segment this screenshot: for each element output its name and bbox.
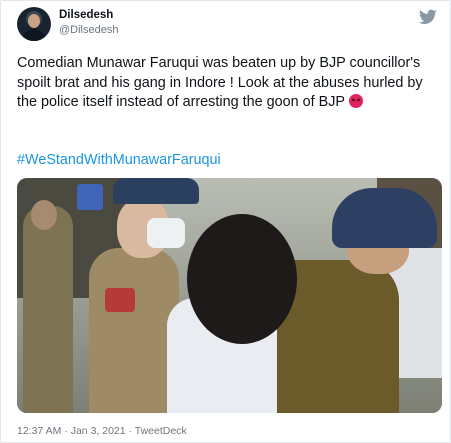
video-sign [77,184,103,210]
video-police-officer [89,248,179,413]
video-second-officer-cap [332,188,437,248]
hashtag-link[interactable]: #WeStandWithMunawarFaruqui [17,152,221,168]
avatar[interactable] [17,7,51,41]
avatar-shoulders [22,29,46,41]
video-face-mask [147,218,185,248]
video-police-cap [113,178,199,204]
tweet-video[interactable] [17,178,442,413]
meta-separator: · [61,425,71,437]
tweet-card: Dilsedesh @Dilsedesh Comedian Munawar Fa… [0,0,451,443]
tweet-meta: 12:37 AM · Jan 3, 2021 · TweetDeck [17,425,187,437]
avatar-face [28,14,40,28]
tweet-date[interactable]: Jan 3, 2021 [71,425,126,437]
tweet-time[interactable]: 12:37 AM [17,425,61,437]
meta-separator: · [125,425,135,437]
author-name[interactable]: Dilsedesh [59,9,113,21]
tweet-text: Comedian Munawar Faruqui was beaten up b… [17,54,437,113]
angry-face-icon [348,94,363,108]
video-person-left-head [31,200,57,230]
video-person-left [23,206,73,413]
author-handle[interactable]: @Dilsedesh [59,24,118,36]
tweet-source[interactable]: TweetDeck [135,425,187,437]
video-person-hair [187,214,297,344]
video-shoulder-badge [105,288,135,312]
twitter-bird-icon[interactable] [419,9,437,25]
